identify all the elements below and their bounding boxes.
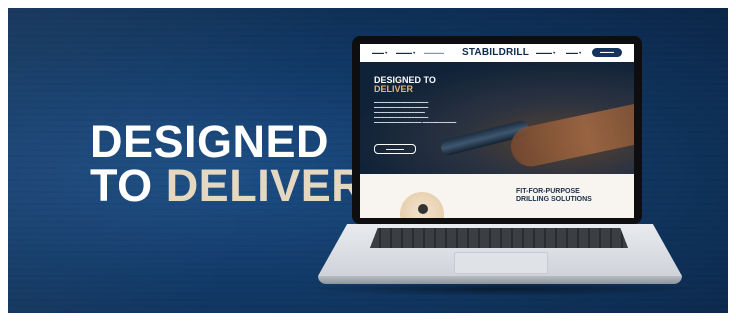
nav-item-careers[interactable]: ▬▬▬ ▾: [566, 50, 581, 55]
section-title-line-2: DRILLING SOLUTIONS: [516, 196, 592, 203]
headline-line-2-plain: TO: [90, 160, 166, 211]
nav-item-industries[interactable]: ▬▬▬▬▬: [424, 50, 444, 55]
hero-title-accent: DELIVER: [374, 84, 414, 94]
banner-headline: DESIGNED TO DELIVER: [90, 119, 364, 208]
nav-item-resources[interactable]: ▬▬▬▬ ▾: [536, 50, 555, 55]
hero-body-text: ▬▬▬▬▬▬▬▬▬▬▬▬▬▬▬▬ ▬▬▬▬▬▬▬▬▬▬▬▬▬▬▬▬ ▬▬▬▬▬▬…: [374, 100, 457, 124]
section-title-line-1: FIT-FOR-PURPOSE: [516, 188, 580, 195]
laptop-trackpad: [454, 252, 548, 274]
laptop-base: [318, 224, 682, 284]
website-screen: ▬▬▬ ▾ ▬▬▬▬ ▾ ▬▬▬▬▬ STABILDRILL ▬▬▬▬ ▾ ▬▬…: [360, 44, 634, 218]
nav-item-services[interactable]: ▬▬▬▬ ▾: [396, 50, 415, 55]
headline-line-2-accent: DELIVER: [165, 160, 365, 211]
laptop-screen-frame: ▬▬▬ ▾ ▬▬▬▬ ▾ ▬▬▬▬▬ STABILDRILL ▬▬▬▬ ▾ ▬▬…: [352, 36, 642, 224]
hero-title: DESIGNED TO DELIVER: [374, 76, 436, 94]
laptop-lip: [318, 276, 682, 284]
hero-cta-button[interactable]: ▬▬▬▬▬▬: [374, 144, 416, 154]
headline-line-2: TO DELIVER: [90, 163, 364, 208]
nav-cta-button[interactable]: ▬▬▬▬: [592, 48, 622, 57]
website-nav: ▬▬▬ ▾ ▬▬▬▬ ▾ ▬▬▬▬▬ STABILDRILL ▬▬▬▬ ▾ ▬▬…: [360, 44, 634, 63]
drill-bit-icon: [418, 204, 428, 214]
nav-item-about[interactable]: ▬▬▬ ▾: [372, 50, 387, 55]
website-brand-logo[interactable]: STABILDRILL: [462, 47, 529, 58]
hero-worker-arm-image: [507, 103, 634, 171]
website-lower-section: FIT-FOR-PURPOSE DRILLING SOLUTIONS: [360, 174, 634, 218]
section-title: FIT-FOR-PURPOSE DRILLING SOLUTIONS: [516, 188, 592, 204]
laptop-keyboard: [370, 228, 628, 248]
laptop-shadow: [300, 282, 700, 296]
website-hero: DESIGNED TO DELIVER ▬▬▬▬▬▬▬▬▬▬▬▬▬▬▬▬ ▬▬▬…: [360, 62, 634, 174]
